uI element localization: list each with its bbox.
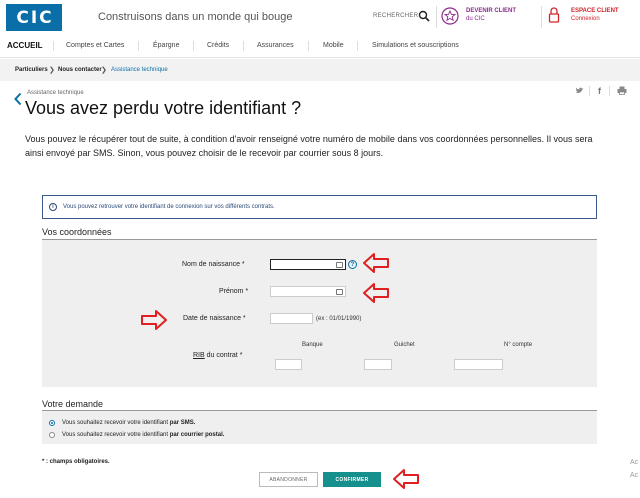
request-heading: Votre demande [42,399,104,409]
radio-sms[interactable] [49,420,55,426]
chevron-right-icon: ❯ [101,67,107,74]
annotation-arrow-right-icon [141,310,167,330]
edge-fragment: Ac [630,472,639,479]
logo-letter-c2: C [39,7,52,28]
section-tag: Assistance technique [27,90,84,96]
share-divider [589,86,590,96]
radio-courrier[interactable] [49,432,55,438]
client-space-login[interactable]: Connexion [571,16,600,22]
request-panel: Vous souhaitez recevoir votre identifian… [42,411,597,444]
rib-col-guichet: Guichet [394,342,415,348]
birth-date-input[interactable] [270,313,313,324]
search-label[interactable]: RECHERCHER [373,13,418,19]
annotation-arrow-left-icon [363,253,389,273]
info-box: i Vous pouvez retrouver votre identifian… [42,195,597,219]
tagline: Construisons dans un monde qui bouge [98,11,293,23]
twitter-icon[interactable] [575,86,584,97]
radio-courrier-label[interactable]: Vous souhaitez recevoir votre identifian… [62,432,224,438]
info-icon: i [49,203,57,211]
search-icon[interactable] [418,10,430,22]
rib-col-compte: N° compte [504,342,533,348]
rib-label: RIB du contrat * [193,352,242,359]
breadcrumb-particuliers[interactable]: Particuliers [15,67,48,73]
logo-letter-c1: C [16,7,29,28]
birth-name-input[interactable] [270,259,346,270]
cancel-button[interactable]: ABANDONNER [259,472,318,487]
header-divider [541,6,542,28]
rib-label-suffix: du contrat * [204,352,243,359]
required-note: * : champs obligatoires. [42,459,110,465]
rib-compte-input[interactable] [454,359,503,370]
nav-divider [243,41,244,51]
client-space-link[interactable]: ESPACE CLIENT [571,8,619,14]
nav-comptes-cartes[interactable]: Comptes et Cartes [66,42,124,49]
become-client-sub[interactable]: du CIC [466,16,485,22]
page-title: Vous avez perdu votre identifiant ? [25,98,302,118]
first-name-input[interactable] [270,286,346,297]
chevron-right-icon: ❯ [49,67,55,74]
confirm-button[interactable]: CONFIRMER [323,472,381,487]
birth-date-label: Date de naissance * [183,315,246,322]
share-divider [609,86,610,96]
nav-simulations[interactable]: Simulations et souscriptions [372,42,459,49]
page: C I C Construisons dans un monde qui bou… [0,0,640,498]
birth-date-hint: (ex : 01/01/1990) [316,316,362,322]
nav-divider [53,41,54,51]
intro-text: Vous pouvez le récupérer tout de suite, … [25,134,593,158]
nav-home[interactable]: ACCUEIL [7,41,43,50]
header-divider [436,6,437,28]
cic-logo[interactable]: C I C [6,4,62,31]
nav-assurances[interactable]: Assurances [257,42,294,49]
become-client-link[interactable]: DEVENIR CLIENT [466,8,516,14]
radio-courrier-bold: par courrier postal. [169,432,225,438]
nav-divider [193,41,194,51]
nav-epargne[interactable]: Épargne [153,42,179,49]
star-badge-icon[interactable] [441,7,459,25]
breadcrumb-current: Assistance technique [111,67,168,73]
edge-fragment: Ac [630,459,639,466]
rib-col-banque: Banque [302,342,323,348]
coordinates-heading: Vos coordonnées [42,227,112,237]
nav-divider [357,41,358,51]
keyboard-icon[interactable] [336,262,343,268]
birth-name-label: Nom de naissance * [182,261,245,268]
help-icon[interactable]: ? [348,260,357,269]
chevron-left-icon[interactable] [14,92,22,106]
logo-letter-i: I [30,7,38,28]
rib-label-abbr: RIB [193,352,205,359]
nav-divider [308,41,309,51]
radio-sms-text: Vous souhaitez recevoir votre identifian… [62,420,170,426]
radio-sms-label[interactable]: Vous souhaitez recevoir votre identifian… [62,420,195,426]
nav-divider [138,41,139,51]
breadcrumb: Particuliers ❯ Nous contacter ❯ Assistan… [0,59,640,81]
print-icon[interactable] [617,86,627,97]
coordinates-panel: Nom de naissance * ? Prénom * Date de na… [42,240,597,387]
annotation-arrow-left-icon [393,469,419,489]
facebook-icon[interactable]: f [598,86,601,96]
rib-guichet-input[interactable] [364,359,392,370]
main-nav: ACCUEIL Comptes et Cartes Épargne Crédit… [0,34,640,58]
lock-icon[interactable] [548,6,560,24]
radio-sms-bold: par SMS. [169,420,196,426]
nav-mobile[interactable]: Mobile [323,42,344,49]
annotation-arrow-left-icon [363,283,389,303]
keyboard-icon[interactable] [336,289,343,295]
breadcrumb-nous-contacter[interactable]: Nous contacter [58,67,102,73]
radio-courrier-text: Vous souhaitez recevoir votre identifian… [62,432,170,438]
rib-banque-input[interactable] [275,359,302,370]
first-name-label: Prénom * [219,288,249,295]
nav-credits[interactable]: Crédits [207,42,229,49]
info-text: Vous pouvez retrouver votre identifiant … [63,204,275,210]
